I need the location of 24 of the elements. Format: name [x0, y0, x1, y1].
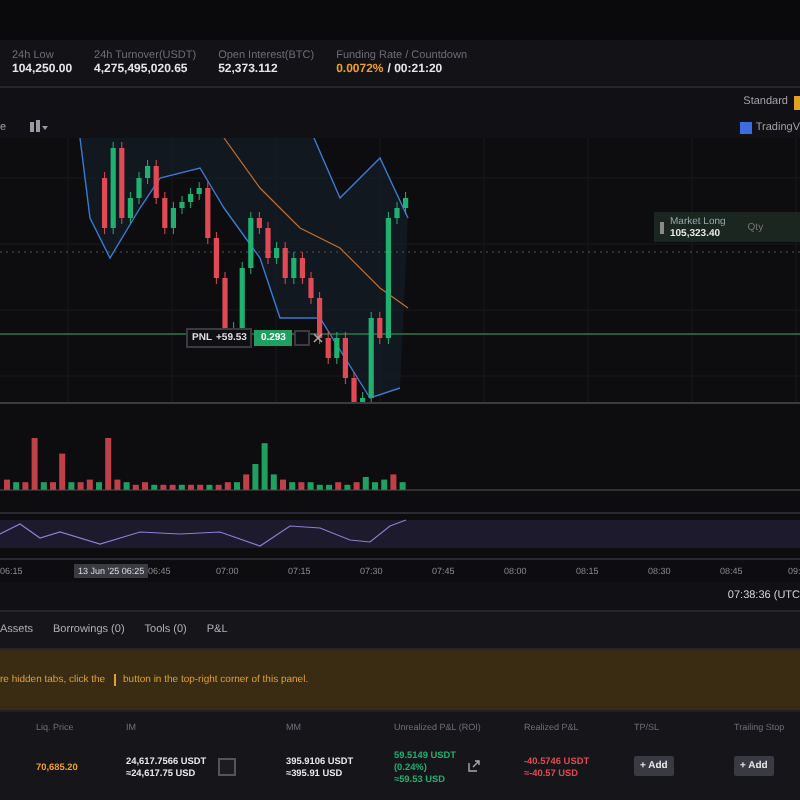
volume-bar	[326, 484, 332, 490]
share-icon[interactable]	[468, 760, 481, 772]
candle	[308, 271, 314, 305]
candle	[403, 191, 409, 215]
volume-bar	[234, 482, 240, 490]
candles-icon[interactable]	[30, 120, 49, 134]
volume-bar	[50, 482, 56, 490]
volume-bar	[188, 484, 194, 490]
volume-bar	[280, 479, 286, 490]
candle	[179, 195, 185, 215]
edit-icon[interactable]	[218, 757, 237, 775]
upper-band-line	[313, 138, 409, 219]
drag-handle-icon[interactable]	[660, 221, 664, 233]
volume-bar	[4, 479, 10, 490]
candle	[394, 201, 400, 225]
volume-bar	[372, 482, 378, 490]
style-toggle-icon[interactable]	[794, 95, 800, 109]
candle	[351, 371, 357, 402]
candle	[265, 221, 271, 265]
tradingview-icon[interactable]	[739, 121, 752, 133]
volume-bar	[96, 482, 102, 490]
candle	[136, 171, 142, 205]
volume-bar	[142, 482, 148, 490]
close-icon[interactable]	[311, 332, 324, 344]
